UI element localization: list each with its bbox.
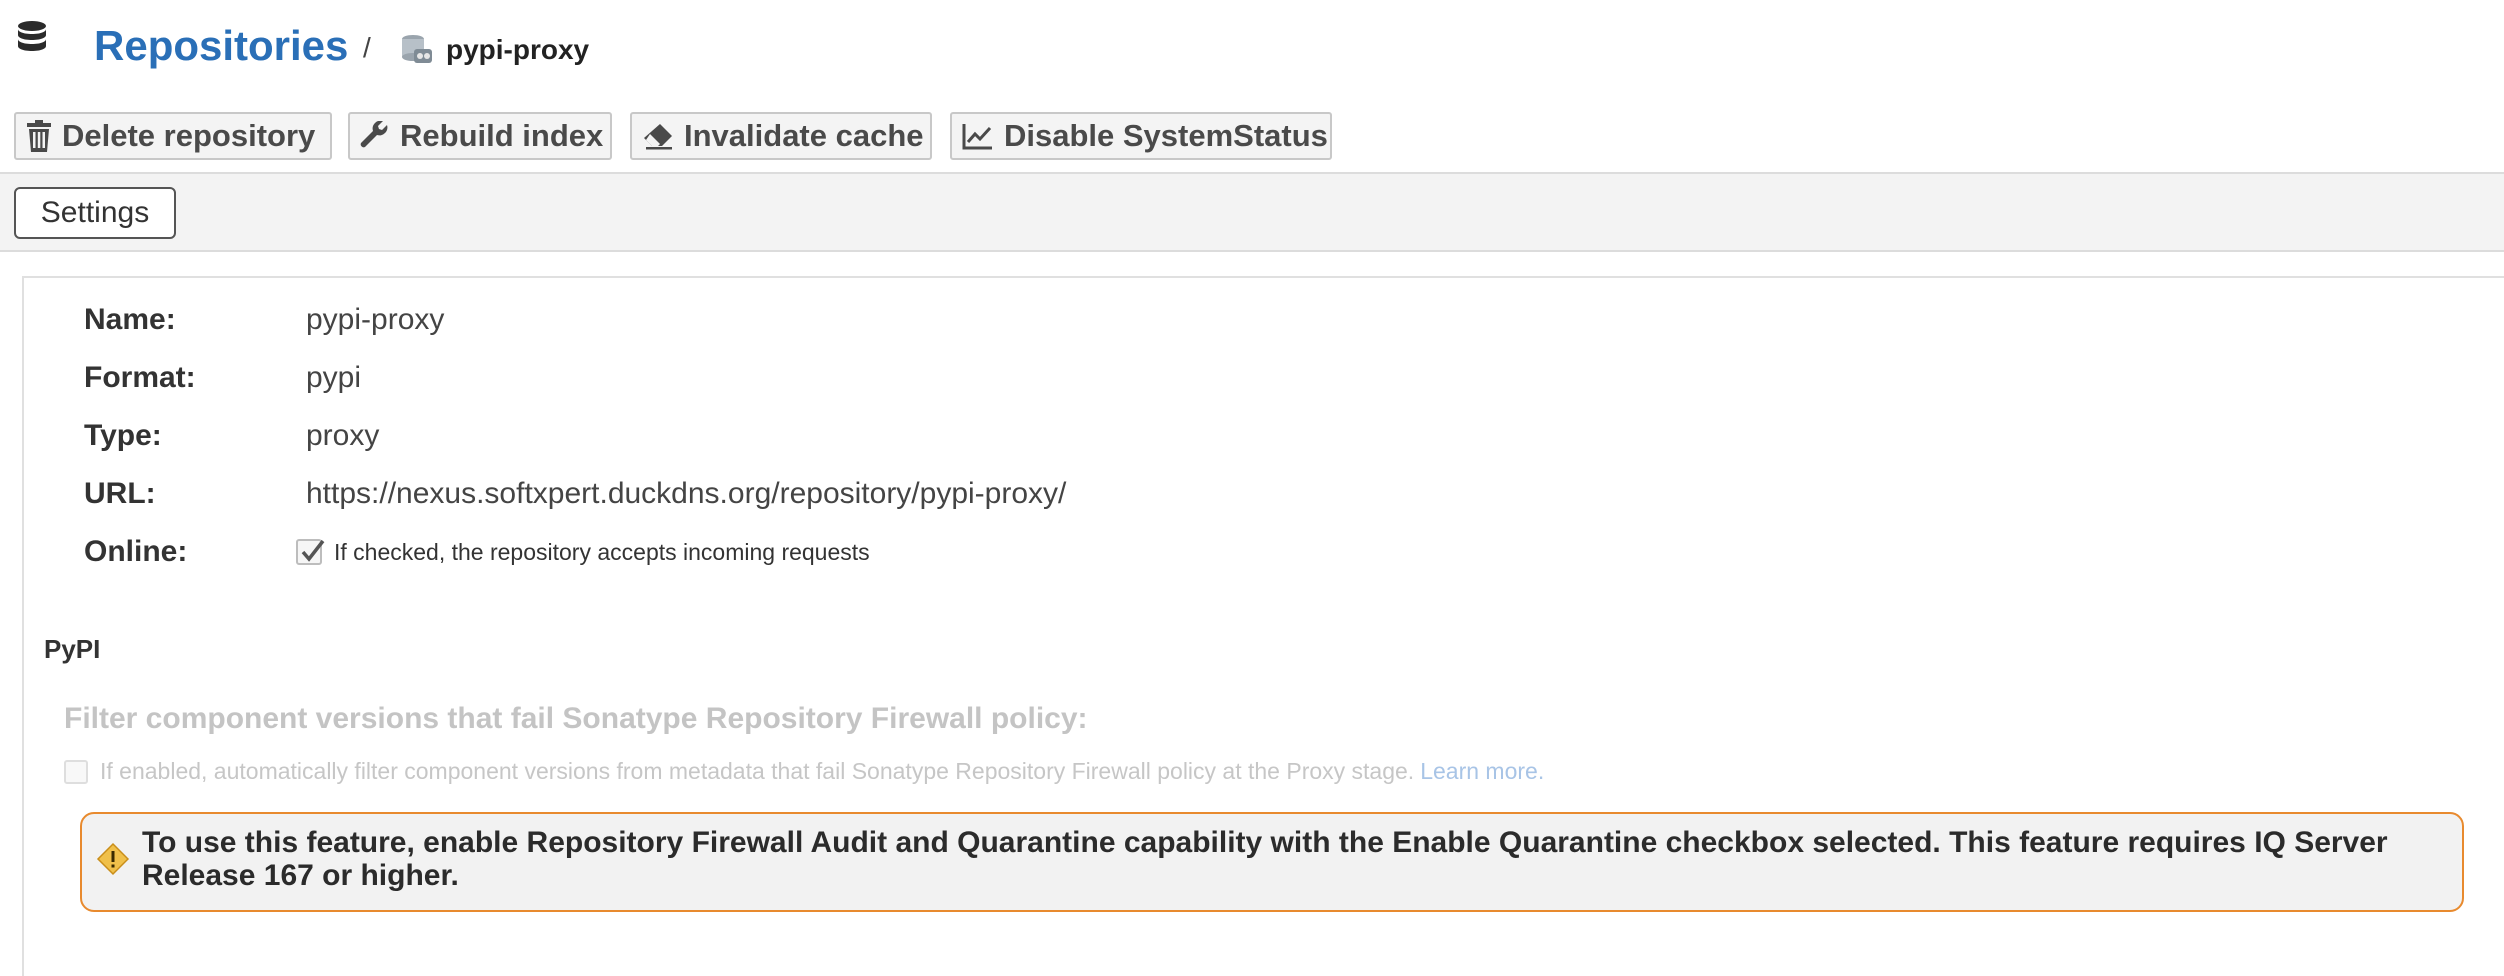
- online-checkbox[interactable]: [296, 539, 325, 565]
- format-label: Format:: [84, 361, 196, 394]
- delete-repository-label: Delete repository: [62, 118, 316, 153]
- delete-repository-button[interactable]: Delete repository: [14, 112, 332, 160]
- rebuild-index-label: Rebuild index: [400, 118, 604, 153]
- invalidate-cache-button[interactable]: Invalidate cache: [630, 112, 932, 160]
- learn-more-link[interactable]: Learn more.: [1420, 758, 1544, 785]
- wrench-icon: [360, 121, 388, 148]
- tab-bar: Settings: [0, 172, 2504, 252]
- disable-system-status-label: Disable SystemStatus: [1004, 118, 1328, 153]
- url-value: https://nexus.softxpert.duckdns.org/repo…: [306, 477, 1067, 510]
- repository-icon: [402, 35, 432, 63]
- breadcrumb-repositories-link[interactable]: Repositories: [94, 18, 348, 74]
- online-label: Online:: [84, 535, 188, 568]
- name-value: pypi-proxy: [306, 303, 445, 336]
- settings-panel: Name: pypi-proxy Format: pypi Type: prox…: [22, 276, 2504, 976]
- warning-icon: [96, 842, 130, 876]
- disable-system-status-button[interactable]: Disable SystemStatus: [950, 112, 1332, 160]
- breadcrumb-separator: /: [363, 32, 371, 63]
- page-header: Repositories / pypi-proxy: [0, 0, 2504, 100]
- chart-line-icon: [962, 124, 992, 150]
- rebuild-index-button[interactable]: Rebuild index: [348, 112, 612, 160]
- invalidate-cache-label: Invalidate cache: [684, 118, 924, 153]
- breadcrumb-current: pypi-proxy: [446, 34, 590, 65]
- online-control: If checked, the repository accepts incom…: [296, 539, 870, 566]
- tab-settings[interactable]: Settings: [14, 187, 176, 239]
- online-help-text: If checked, the repository accepts incom…: [334, 538, 870, 565]
- name-label: Name:: [84, 303, 176, 336]
- trash-icon: [27, 120, 51, 152]
- firewall-filter-row: If enabled, automatically filter compone…: [64, 758, 1544, 785]
- eraser-icon: [644, 124, 672, 150]
- url-label: URL:: [84, 477, 156, 510]
- pypi-section-title: PyPI: [44, 634, 101, 664]
- quarantine-warning: To use this feature, enable Repository F…: [80, 812, 2464, 912]
- firewall-filter-help: If enabled, automatically filter compone…: [100, 758, 1415, 784]
- firewall-filter-title: Filter component versions that fail Sona…: [64, 702, 1088, 735]
- type-label: Type:: [84, 419, 162, 452]
- warning-text: To use this feature, enable Repository F…: [142, 826, 2388, 892]
- format-value: pypi: [306, 361, 362, 394]
- database-icon: [18, 21, 46, 51]
- checkmark-icon: [301, 539, 325, 562]
- type-value: proxy: [306, 419, 380, 452]
- firewall-filter-checkbox[interactable]: [64, 759, 88, 784]
